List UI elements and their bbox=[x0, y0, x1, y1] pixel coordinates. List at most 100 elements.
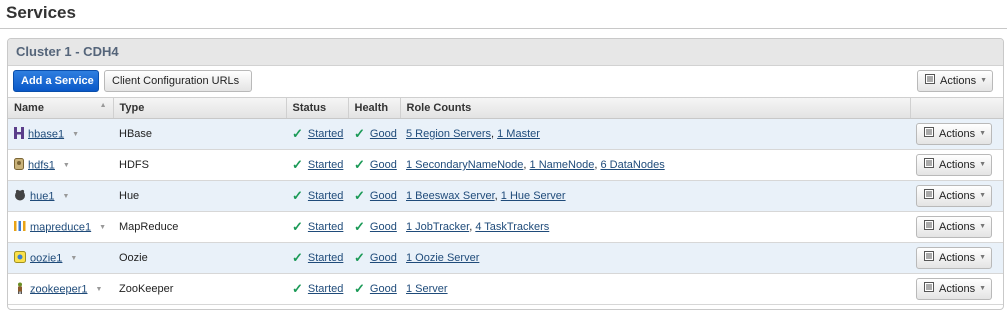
service-actions-label: Actions bbox=[939, 252, 976, 265]
health-link[interactable]: Good bbox=[370, 190, 397, 202]
health-link[interactable]: Good bbox=[370, 221, 397, 233]
service-actions-button[interactable]: Actions ▼ bbox=[916, 123, 992, 145]
service-name-link[interactable]: mapreduce1 bbox=[30, 221, 91, 233]
chevron-down-icon: ▼ bbox=[980, 77, 988, 85]
sort-icon: ▲ bbox=[99, 102, 107, 109]
column-header-type[interactable]: Type bbox=[113, 98, 287, 119]
status-link[interactable]: Started bbox=[308, 190, 343, 202]
service-health-cell: ✓ Good bbox=[348, 211, 400, 243]
service-actions-button[interactable]: Actions ▼ bbox=[916, 278, 992, 300]
role-counts-cell: 5 Region Servers, 1 Master bbox=[400, 118, 910, 150]
chevron-down-icon: ▼ bbox=[979, 192, 987, 200]
service-name-cell: hbase1 ▼ bbox=[8, 118, 113, 150]
health-link[interactable]: Good bbox=[370, 283, 397, 295]
service-actions-label: Actions bbox=[939, 283, 976, 296]
service-type: Oozie bbox=[113, 242, 286, 274]
chevron-down-icon[interactable]: ▼ bbox=[96, 286, 103, 293]
role-counts-cell: 1 JobTracker, 4 TaskTrackers bbox=[400, 211, 910, 243]
service-actions-cell: Actions ▼ bbox=[910, 242, 1003, 274]
service-name-link[interactable]: oozie1 bbox=[30, 252, 62, 264]
role-counts-cell: 1 SecondaryNameNode, 1 NameNode, 6 DataN… bbox=[400, 149, 910, 181]
status-link[interactable]: Started bbox=[308, 159, 343, 171]
check-icon: ✓ bbox=[292, 157, 303, 172]
service-name-cell: oozie1 ▼ bbox=[8, 242, 113, 274]
chevron-down-icon[interactable]: ▼ bbox=[63, 162, 70, 169]
table-header-row: Name ▲ Type Status Health Role Counts bbox=[8, 98, 1003, 119]
status-link[interactable]: Started bbox=[308, 128, 343, 140]
role-count-link[interactable]: 1 Oozie Server bbox=[406, 252, 479, 264]
role-count-link[interactable]: 5 Region Servers bbox=[406, 128, 491, 140]
check-icon: ✓ bbox=[292, 188, 303, 203]
column-header-actions bbox=[910, 98, 1003, 119]
service-type: Hue bbox=[113, 180, 286, 212]
service-name-link[interactable]: zookeeper1 bbox=[30, 283, 88, 295]
health-link[interactable]: Good bbox=[370, 159, 397, 171]
toolbar: Add a Service Client Configuration URLs … bbox=[8, 66, 1003, 98]
chevron-down-icon[interactable]: ▼ bbox=[99, 224, 106, 231]
chevron-down-icon: ▼ bbox=[979, 285, 987, 293]
client-config-label: Client Configuration URLs bbox=[112, 75, 240, 88]
service-actions-button[interactable]: Actions ▼ bbox=[916, 185, 992, 207]
role-count-link[interactable]: 4 TaskTrackers bbox=[475, 221, 549, 233]
chevron-down-icon[interactable]: ▼ bbox=[70, 255, 77, 262]
service-row: hbase1 ▼ HBase ✓ Started ✓ Good 5 Region Server… bbox=[8, 118, 1003, 150]
client-config-urls-button[interactable]: Client Configuration URLs bbox=[104, 70, 252, 92]
service-actions-button[interactable]: Actions ▼ bbox=[916, 216, 992, 238]
column-header-name[interactable]: Name ▲ bbox=[8, 98, 114, 119]
status-link[interactable]: Started bbox=[308, 221, 343, 233]
role-count-link[interactable]: 6 DataNodes bbox=[600, 159, 664, 171]
role-count-link[interactable]: 1 SecondaryNameNode bbox=[406, 159, 523, 171]
list-icon bbox=[924, 279, 934, 299]
service-health-cell: ✓ Good bbox=[348, 180, 400, 212]
service-type: HDFS bbox=[113, 149, 286, 181]
check-icon: ✓ bbox=[292, 219, 303, 234]
service-name-cell: hdfs1 ▼ bbox=[8, 149, 113, 181]
service-row: hue1 ▼ Hue ✓ Started ✓ Good 1 Beeswax Server, 1… bbox=[8, 180, 1003, 212]
status-link[interactable]: Started bbox=[308, 283, 343, 295]
role-counts-cell: 1 Server bbox=[400, 273, 910, 305]
service-actions-button[interactable]: Actions ▼ bbox=[916, 154, 992, 176]
role-count-link[interactable]: 1 JobTracker bbox=[406, 221, 469, 233]
role-count-link[interactable]: 1 Server bbox=[406, 283, 448, 295]
column-header-health[interactable]: Health bbox=[348, 98, 401, 119]
check-icon: ✓ bbox=[292, 250, 303, 265]
health-link[interactable]: Good bbox=[370, 252, 397, 264]
check-icon: ✓ bbox=[292, 281, 303, 296]
health-link[interactable]: Good bbox=[370, 128, 397, 140]
role-count-link[interactable]: 1 NameNode bbox=[530, 159, 595, 171]
zookeeper-icon bbox=[14, 282, 26, 297]
chevron-down-icon[interactable]: ▼ bbox=[62, 193, 69, 200]
list-icon bbox=[924, 217, 934, 237]
service-type: HBase bbox=[113, 118, 286, 150]
service-type: ZooKeeper bbox=[113, 273, 286, 305]
chevron-down-icon[interactable]: ▼ bbox=[72, 131, 79, 138]
add-service-button[interactable]: Add a Service bbox=[13, 70, 99, 92]
role-count-link[interactable]: 1 Beeswax Server bbox=[406, 190, 495, 202]
status-link[interactable]: Started bbox=[308, 252, 343, 264]
service-name-link[interactable]: hdfs1 bbox=[28, 159, 55, 171]
hdfs-icon bbox=[14, 157, 24, 173]
service-name-link[interactable]: hue1 bbox=[30, 190, 54, 202]
service-health-cell: ✓ Good bbox=[348, 242, 400, 274]
cluster-actions-label: Actions bbox=[940, 75, 977, 88]
title-divider bbox=[0, 28, 1007, 29]
oozie-icon bbox=[14, 250, 26, 266]
service-actions-button[interactable]: Actions ▼ bbox=[916, 247, 992, 269]
chevron-down-icon: ▼ bbox=[979, 130, 987, 138]
role-counts-cell: 1 Beeswax Server, 1 Hue Server bbox=[400, 180, 910, 212]
page-title: Services bbox=[6, 3, 76, 22]
column-header-role-counts[interactable]: Role Counts bbox=[400, 98, 911, 119]
service-health-cell: ✓ Good bbox=[348, 118, 400, 150]
service-actions-cell: Actions ▼ bbox=[910, 211, 1003, 243]
column-header-status[interactable]: Status bbox=[286, 98, 349, 119]
hue-icon bbox=[14, 189, 26, 204]
service-actions-label: Actions bbox=[939, 159, 976, 172]
service-status-cell: ✓ Started bbox=[286, 180, 348, 212]
service-name-link[interactable]: hbase1 bbox=[28, 128, 64, 140]
check-icon: ✓ bbox=[354, 219, 365, 234]
cluster-actions-button[interactable]: Actions ▼ bbox=[917, 70, 993, 92]
role-count-link[interactable]: 1 Hue Server bbox=[501, 190, 566, 202]
role-count-link[interactable]: 1 Master bbox=[497, 128, 540, 140]
service-actions-cell: Actions ▼ bbox=[910, 118, 1003, 150]
add-service-label: Add a Service bbox=[21, 75, 94, 88]
